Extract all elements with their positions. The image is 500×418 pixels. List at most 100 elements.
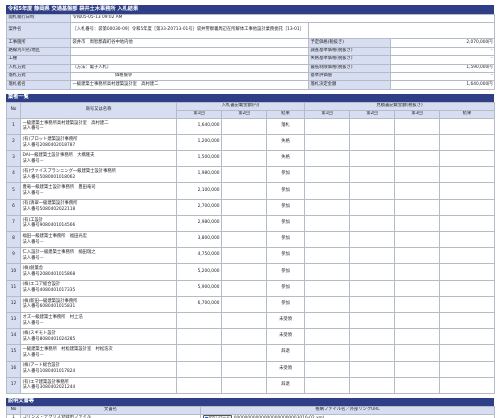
- col-no: No: [6, 101, 21, 119]
- bidder-name-cell: DAI一級建築士設計事務所 大橋隆夫 法人番号－: [20, 150, 177, 168]
- bidder-no: 9: [6, 247, 21, 265]
- award-amount-value: 1,640,000円: [389, 80, 496, 90]
- loss-price-label: 失格基準価格(税抜き): [308, 55, 391, 65]
- score-label: 基準評価値: [308, 71, 391, 82]
- est-round2: [349, 198, 396, 216]
- bid-round2-amount: [221, 279, 267, 297]
- bidder-name-cell: オズ一級建築士事務所 村上浩 法人番号－: [20, 311, 177, 330]
- est-round1: [304, 328, 351, 346]
- loss-price-value: -: [389, 55, 496, 65]
- col-est-group: 見積書記載金額(税抜き): [304, 101, 496, 111]
- min-price-value: 1,590,000円: [389, 63, 496, 73]
- est-round1: [304, 376, 351, 394]
- est-result: [439, 295, 496, 313]
- bid-round2-amount: [221, 133, 267, 152]
- bidder-corp-number: 法人番号2080402018787: [22, 142, 76, 148]
- bidder-corp-number: 法人番号－: [22, 158, 44, 164]
- col-bid-round1: 第1回: [176, 109, 222, 119]
- bidder-row: 3 DAI一級建築士設計事務所 大橋隆夫 法人番号－ 1,500,000 失格: [6, 150, 496, 168]
- bidder-name-cell: (株)アート総合設計 法人番号1080401017824: [20, 360, 177, 378]
- col-name: 商号又は名称: [20, 101, 177, 119]
- bidder-corp-number: 法人番号5080001018062: [22, 174, 76, 180]
- method-label: 入札方式: [6, 63, 71, 73]
- est-round2: [349, 117, 396, 135]
- est-round3: [394, 328, 441, 346]
- est-round1: [304, 214, 351, 233]
- est-result: [439, 344, 496, 362]
- est-round1: [304, 182, 351, 200]
- bidder-corp-number: 法人番号－: [22, 352, 44, 358]
- est-round1: [304, 133, 351, 152]
- col-est-result: 結果: [439, 109, 496, 119]
- bidder-corp-number: 法人番号8080401024285: [22, 336, 76, 342]
- bidder-corp-number: 法人番号5080402022118: [22, 207, 76, 213]
- est-round2: [349, 344, 396, 362]
- doc-no: 1: [6, 413, 21, 418]
- docs-col-link: 格納ファイル名／外部リンクURL: [200, 405, 495, 415]
- bidder-name-cell: (有)清翠一級建築設計事務所 法人番号5080402022118: [20, 198, 177, 216]
- est-result: [439, 166, 496, 184]
- bidder-name-cell: (株)エコア総合設計 法人番号4080401017335: [20, 279, 177, 297]
- bid-round2-amount: [221, 150, 267, 168]
- bid-round2-amount: [221, 328, 267, 346]
- bidder-corp-number: 法人番号－: [22, 239, 44, 245]
- est-result: [439, 150, 496, 168]
- bidder-no: 6: [6, 198, 21, 216]
- project-blank: [307, 22, 496, 40]
- est-round2: [349, 182, 396, 200]
- est-round1: [304, 279, 351, 297]
- decision-label: 落札方式: [6, 71, 71, 82]
- bid-result: 参加: [265, 198, 306, 216]
- bidder-row: 17 (有)エマ建築設計事務所 法人番号3080402021244 辞退: [6, 376, 496, 394]
- bidder-row: 13 オズ一級建築士事務所 村上浩 法人番号－ 未受領: [6, 311, 496, 330]
- bidder-row: 11 (株)エコア総合設計 法人番号4080401017335 5,900,000 参加: [6, 279, 496, 297]
- bidder-name-cell: (株)創葉舎 法人番号2080401015868: [20, 263, 177, 281]
- bid-result: 参加: [265, 247, 306, 265]
- est-round2: [349, 214, 396, 233]
- est-round2: [349, 279, 396, 297]
- bid-result: 失格: [265, 133, 306, 152]
- location-value: 袋井市 周智郡森町谷中地内他: [70, 38, 309, 48]
- bid-result: 参加: [265, 295, 306, 313]
- est-round2: [349, 328, 396, 346]
- bidders-section-title: 業者一覧: [6, 93, 494, 102]
- est-round2: [349, 360, 396, 378]
- est-round3: [394, 214, 441, 233]
- bid-result: 参加: [265, 214, 306, 233]
- bidder-no: 15: [6, 344, 21, 362]
- bid-round2-amount: [221, 231, 267, 249]
- est-result: [439, 198, 496, 216]
- est-result: [439, 311, 496, 330]
- bidder-no: 5: [6, 182, 21, 200]
- planned-price-label: 予定価格(税抜き): [308, 38, 391, 48]
- bid-result: 未受領: [265, 360, 306, 378]
- bid-round2-amount: [221, 117, 267, 135]
- bidder-corp-number: 法人番号3080402021244: [22, 385, 76, 391]
- bid-result: 参加: [265, 231, 306, 249]
- bidder-row: 7 (有)工設計 法人番号9080401014566 2,980,000 参加: [6, 214, 496, 233]
- col-bid-result: 結果: [265, 109, 306, 119]
- est-round3: [394, 182, 441, 200]
- est-result: [439, 133, 496, 152]
- col-est-round2: 第2回: [349, 109, 396, 119]
- bid-round1-amount: 2,980,000: [176, 214, 222, 233]
- bidder-row: 1 一級建築士事務所高村建築設計室 高村建二 法人番号－ 1,640,000 落札: [6, 117, 496, 135]
- doc-name: コリンズ・テクリス登録用ファイル: [20, 413, 201, 418]
- bidder-name-cell: (有)ブロット建築設計事務所 法人番号2080402018787: [20, 133, 177, 152]
- bidder-no: 17: [6, 376, 21, 394]
- bid-round1-amount: 5,900,000: [176, 279, 222, 297]
- col-est-round3: 第3回: [394, 109, 441, 119]
- est-round2: [349, 263, 396, 281]
- est-round2: [349, 376, 396, 394]
- bidder-row: 10 (株)創葉舎 法人番号2080401015868 5,200,000 参加: [6, 263, 496, 281]
- bid-round2-amount: [221, 214, 267, 233]
- method-value: （方法：電子入札）: [70, 63, 309, 73]
- bidder-row: 15 一級建築士事務所 村松建築設計室 村松浩次 法人番号－ 辞退: [6, 344, 496, 362]
- est-round3: [394, 117, 441, 135]
- est-result: [439, 214, 496, 233]
- page-title: 令和5年度 静岡県 交通基盤部 袋井土木事務所 入札結果: [6, 5, 494, 14]
- bid-result: 参加: [265, 182, 306, 200]
- award-amount-label: 落札決定金額: [308, 80, 391, 90]
- bid-round2-amount: [221, 295, 267, 313]
- winner-label: 落札者名: [6, 80, 71, 90]
